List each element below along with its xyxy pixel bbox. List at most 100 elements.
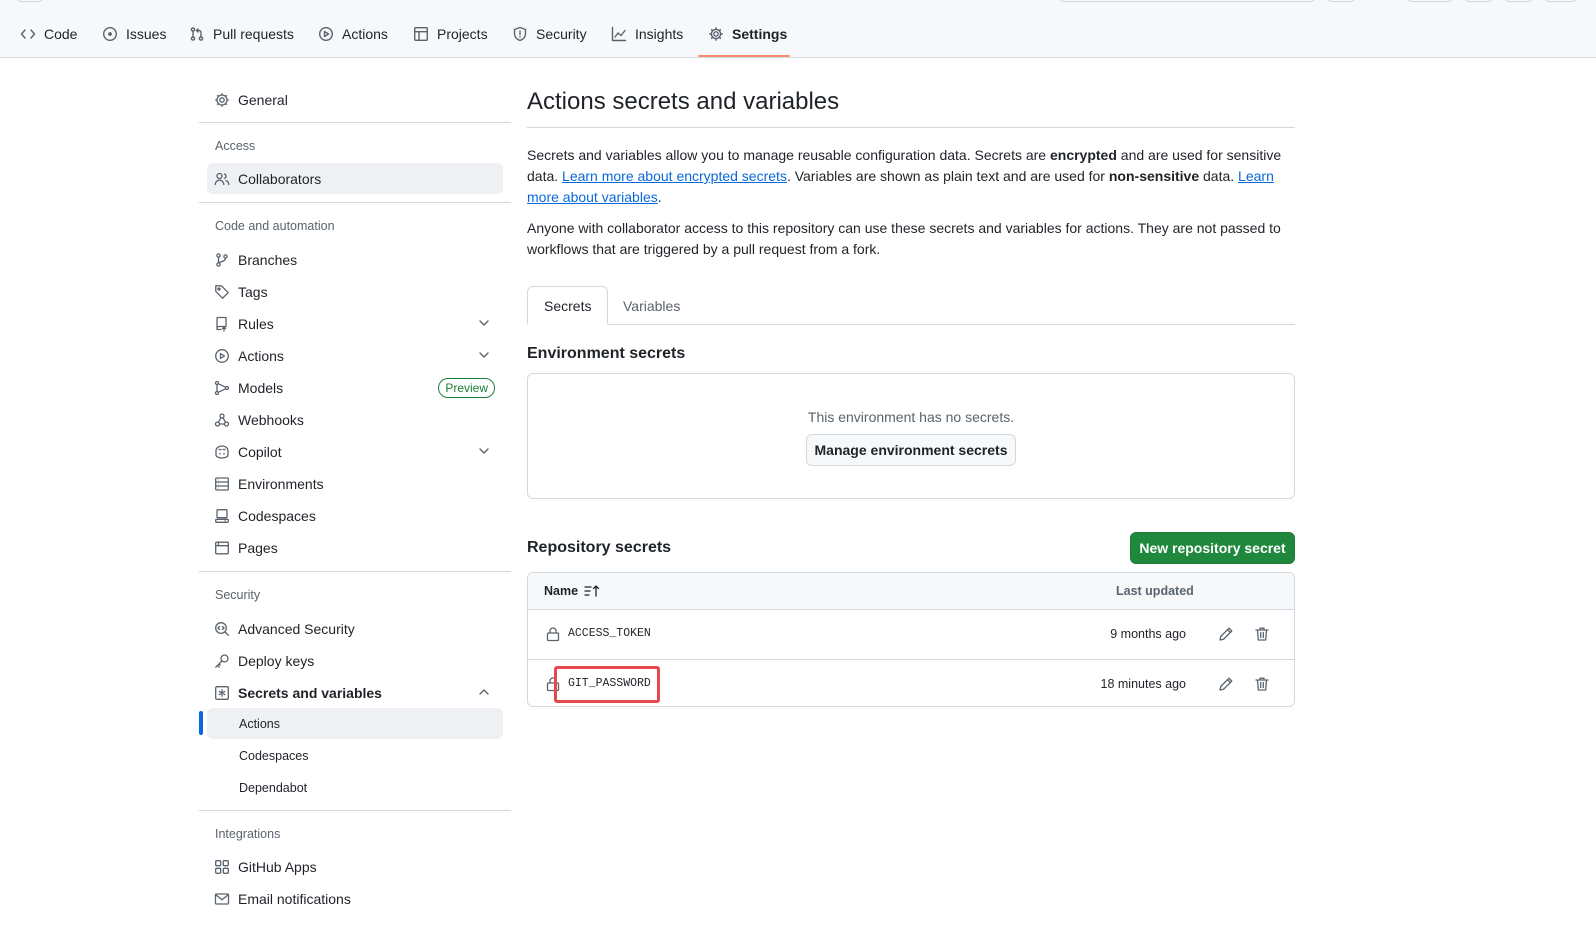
top-toolbar-stub[interactable] bbox=[1504, 0, 1534, 2]
table-row: ACCESS_TOKEN 9 months ago bbox=[528, 610, 1294, 659]
sidebar-item-rules[interactable]: Rules bbox=[207, 308, 503, 339]
repo-nav-bar: Code Issues Pull requests Actions Projec… bbox=[0, 0, 1596, 58]
sidebar-item-actions[interactable]: Actions bbox=[207, 340, 503, 371]
sidebar-item-pages[interactable]: Pages bbox=[207, 532, 503, 563]
active-tab-underline bbox=[698, 55, 790, 57]
issue-opened-icon bbox=[102, 26, 118, 42]
sidebar-divider bbox=[199, 122, 511, 123]
sidebar-item-collaborators[interactable]: Collaborators bbox=[207, 163, 503, 194]
tag-icon bbox=[214, 284, 230, 300]
sidebar-heading-access: Access bbox=[215, 139, 256, 153]
mail-icon bbox=[214, 891, 230, 907]
pencil-icon bbox=[1218, 676, 1234, 692]
tab-actions[interactable]: Actions bbox=[318, 19, 388, 49]
play-icon bbox=[318, 26, 334, 42]
gear-icon bbox=[708, 26, 724, 42]
chevron-up-icon[interactable] bbox=[477, 685, 491, 699]
sidebar-item-branches[interactable]: Branches bbox=[207, 244, 503, 275]
search-box-stub[interactable] bbox=[1058, 0, 1316, 2]
new-repository-secret-button[interactable]: New repository secret bbox=[1130, 532, 1295, 564]
chevron-down-icon[interactable] bbox=[477, 316, 491, 330]
title-divider bbox=[527, 127, 1295, 128]
sidebar-item-advanced-security[interactable]: Advanced Security bbox=[207, 613, 503, 644]
last-updated-column-header: Last updated bbox=[1116, 584, 1194, 598]
learn-more-secrets-link[interactable]: Learn more about encrypted secrets bbox=[562, 168, 787, 184]
sidebar-heading-security: Security bbox=[215, 588, 261, 602]
play-icon bbox=[214, 348, 230, 364]
git-branch-icon bbox=[214, 252, 230, 268]
key-icon bbox=[214, 653, 230, 669]
sidebar-item-webhooks[interactable]: Webhooks bbox=[207, 404, 503, 435]
tab-secrets[interactable]: Secrets bbox=[527, 286, 609, 325]
tab-settings[interactable]: Settings bbox=[708, 19, 787, 49]
sidebar-item-environments[interactable]: Environments bbox=[207, 468, 503, 499]
top-toolbar-stub[interactable] bbox=[16, 0, 44, 2]
highlight-box bbox=[554, 666, 660, 703]
tab-projects[interactable]: Projects bbox=[413, 19, 488, 49]
tab-issues[interactable]: Issues bbox=[102, 19, 166, 49]
tab-insights[interactable]: Insights bbox=[611, 19, 683, 49]
sidebar-subitem-dependabot[interactable]: Dependabot bbox=[207, 772, 503, 803]
browser-icon bbox=[214, 540, 230, 556]
tab-variables[interactable]: Variables bbox=[607, 286, 696, 325]
sidebar-item-deploy-keys[interactable]: Deploy keys bbox=[207, 645, 503, 676]
sidebar-subitem-codespaces[interactable]: Codespaces bbox=[207, 740, 503, 771]
codespaces-icon bbox=[214, 508, 230, 524]
apps-icon bbox=[214, 859, 230, 875]
top-toolbar-stub[interactable] bbox=[1406, 0, 1454, 2]
page-title: Actions secrets and variables bbox=[527, 88, 840, 115]
manage-environment-secrets-button[interactable]: Manage environment secrets bbox=[806, 434, 1016, 466]
graph-icon bbox=[611, 26, 627, 42]
edit-secret-button[interactable] bbox=[1214, 672, 1238, 696]
chevron-down-icon[interactable] bbox=[477, 348, 491, 362]
secret-last-updated: 18 minutes ago bbox=[1100, 677, 1186, 691]
top-toolbar-stub[interactable] bbox=[1326, 0, 1356, 2]
sort-ascending-icon bbox=[584, 584, 602, 598]
tab-pull-requests[interactable]: Pull requests bbox=[189, 19, 294, 49]
webhook-icon bbox=[214, 412, 230, 428]
sidebar-heading-integrations: Integrations bbox=[215, 827, 281, 841]
sidebar-item-models[interactable]: Models Preview bbox=[207, 372, 503, 403]
sidebar-divider bbox=[199, 571, 511, 572]
sidebar-item-general[interactable]: General bbox=[207, 84, 503, 115]
server-icon bbox=[214, 476, 230, 492]
table-header: Name Last updated bbox=[528, 573, 1294, 610]
gear-icon bbox=[214, 92, 230, 108]
chevron-down-icon[interactable] bbox=[477, 444, 491, 458]
sidebar-item-secrets-and-variables[interactable]: Secrets and variables bbox=[207, 677, 503, 708]
intro-paragraph: Secrets and variables allow you to manag… bbox=[527, 147, 1282, 205]
name-column-header[interactable]: Name bbox=[544, 584, 602, 598]
key-asterisk-icon bbox=[214, 685, 230, 701]
table-icon bbox=[413, 26, 429, 42]
environment-secrets-title: Environment secrets bbox=[527, 345, 686, 362]
repository-secrets-title: Repository secrets bbox=[527, 539, 672, 556]
tab-code[interactable]: Code bbox=[20, 19, 77, 49]
sidebar-heading-code-automation: Code and automation bbox=[215, 219, 335, 233]
git-pull-request-icon bbox=[189, 26, 205, 42]
people-icon bbox=[214, 171, 230, 187]
top-toolbar-stub[interactable] bbox=[1544, 0, 1578, 2]
edit-secret-button[interactable] bbox=[1214, 622, 1238, 646]
sidebar-item-email-notifications[interactable]: Email notifications bbox=[207, 883, 503, 914]
environment-secrets-box: This environment has no secrets. Manage … bbox=[527, 373, 1295, 499]
sidebar-item-copilot[interactable]: Copilot bbox=[207, 436, 503, 467]
delete-secret-button[interactable] bbox=[1250, 622, 1274, 646]
sidebar-divider bbox=[199, 202, 511, 203]
sidebar-item-codespaces[interactable]: Codespaces bbox=[207, 500, 503, 531]
access-note: Anyone with collaborator access to this … bbox=[527, 220, 1281, 257]
secret-last-updated: 9 months ago bbox=[1110, 627, 1186, 641]
lock-icon bbox=[545, 626, 561, 642]
delete-secret-button[interactable] bbox=[1250, 672, 1274, 696]
shield-icon bbox=[512, 26, 528, 42]
repo-push-icon bbox=[214, 316, 230, 332]
models-icon bbox=[214, 380, 230, 396]
copilot-icon bbox=[214, 444, 230, 460]
codescan-icon bbox=[214, 621, 230, 637]
top-toolbar-stub[interactable] bbox=[1464, 0, 1494, 2]
sidebar-item-github-apps[interactable]: GitHub Apps bbox=[207, 851, 503, 882]
tab-security[interactable]: Security bbox=[512, 19, 587, 49]
sidebar-subitem-actions[interactable]: Actions bbox=[207, 708, 503, 739]
secret-name: ACCESS_TOKEN bbox=[568, 627, 651, 640]
sidebar-item-tags[interactable]: Tags bbox=[207, 276, 503, 307]
empty-state-message: This environment has no secrets. bbox=[807, 409, 1015, 425]
